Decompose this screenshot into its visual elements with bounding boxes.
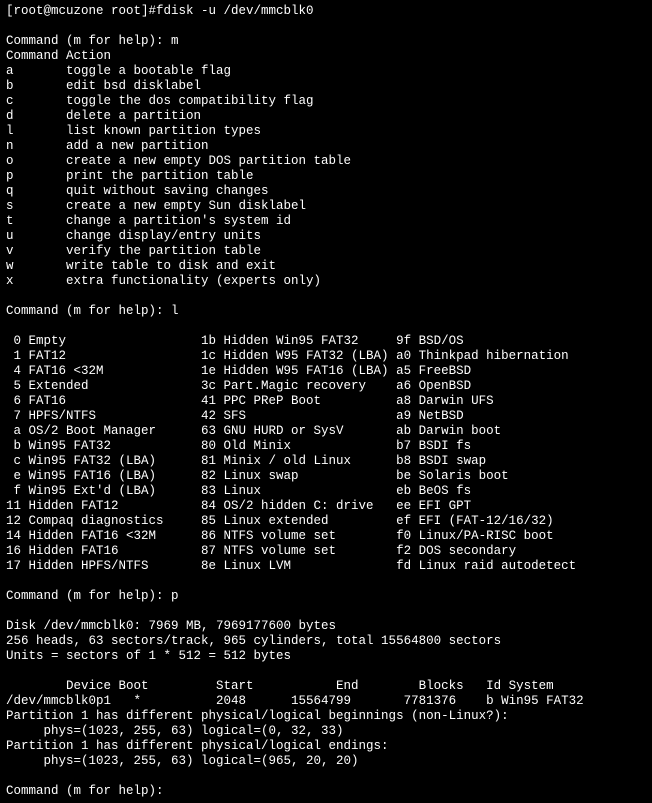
partition-table-row: /dev/mmcblk0p1 * 2048 15564799 7781376 b… [6, 694, 584, 708]
action-line: d delete a partition [6, 109, 201, 123]
partition-type-row: a OS/2 Boot Manager 63 GNU HURD or SysV … [6, 424, 501, 438]
warning-line: Partition 1 has different physical/logic… [6, 739, 389, 753]
action-line: b edit bsd disklabel [6, 79, 201, 93]
terminal-output[interactable]: [root@mcuzone root]#fdisk -u /dev/mmcblk… [6, 4, 646, 799]
action-line: t change a partition's system id [6, 214, 291, 228]
disk-info: 256 heads, 63 sectors/track, 965 cylinde… [6, 634, 501, 648]
partition-type-row: c Win95 FAT32 (LBA) 81 Minix / old Linux… [6, 454, 486, 468]
action-line: v verify the partition table [6, 244, 261, 258]
action-line: a toggle a bootable flag [6, 64, 231, 78]
disk-info: Units = sectors of 1 * 512 = 512 bytes [6, 649, 291, 663]
partition-type-row: f Win95 Ext'd (LBA) 83 Linux eb BeOS fs [6, 484, 471, 498]
action-line: w write table to disk and exit [6, 259, 276, 273]
action-line: n add a new partition [6, 139, 209, 153]
fdisk-prompt: Command (m for help): p [6, 589, 179, 603]
partition-type-row: 16 Hidden FAT16 87 NTFS volume set f2 DO… [6, 544, 516, 558]
partition-type-row: 6 FAT16 41 PPC PReP Boot a8 Darwin UFS [6, 394, 494, 408]
action-line: p print the partition table [6, 169, 254, 183]
partition-type-row: 0 Empty 1b Hidden Win95 FAT32 9f BSD/OS [6, 334, 464, 348]
action-line: u change display/entry units [6, 229, 261, 243]
partition-type-row: 11 Hidden FAT12 84 OS/2 hidden C: drive … [6, 499, 471, 513]
partition-type-row: 4 FAT16 <32M 1e Hidden W95 FAT16 (LBA) a… [6, 364, 471, 378]
warning-line: phys=(1023, 255, 63) logical=(965, 20, 2… [6, 754, 359, 768]
action-line: q quit without saving changes [6, 184, 269, 198]
action-line: c toggle the dos compatibility flag [6, 94, 314, 108]
shell-prompt: [root@mcuzone root]#fdisk -u /dev/mmcblk… [6, 4, 314, 18]
partition-type-row: 1 FAT12 1c Hidden W95 FAT32 (LBA) a0 Thi… [6, 349, 569, 363]
disk-info: Disk /dev/mmcblk0: 7969 MB, 7969177600 b… [6, 619, 336, 633]
action-line: o create a new empty DOS partition table [6, 154, 351, 168]
partition-type-row: 17 Hidden HPFS/NTFS 8e Linux LVM fd Linu… [6, 559, 576, 573]
partition-type-row: 14 Hidden FAT16 <32M 86 NTFS volume set … [6, 529, 554, 543]
partition-type-row: e Win95 FAT16 (LBA) 82 Linux swap be Sol… [6, 469, 509, 483]
warning-line: Partition 1 has different physical/logic… [6, 709, 509, 723]
action-line: l list known partition types [6, 124, 261, 138]
action-line: s create a new empty Sun disklabel [6, 199, 306, 213]
partition-type-row: 5 Extended 3c Part.Magic recovery a6 Ope… [6, 379, 471, 393]
partition-type-row: 12 Compaq diagnostics 85 Linux extended … [6, 514, 554, 528]
fdisk-prompt: Command (m for help): l [6, 304, 179, 318]
partition-type-row: b Win95 FAT32 80 Old Minix b7 BSDI fs [6, 439, 471, 453]
partition-type-row: 7 HPFS/NTFS 42 SFS a9 NetBSD [6, 409, 464, 423]
fdisk-prompt: Command (m for help): [6, 784, 164, 798]
fdisk-prompt: Command (m for help): m [6, 34, 179, 48]
command-action-header: Command Action [6, 49, 111, 63]
action-line: x extra functionality (experts only) [6, 274, 321, 288]
warning-line: phys=(1023, 255, 63) logical=(0, 32, 33) [6, 724, 344, 738]
